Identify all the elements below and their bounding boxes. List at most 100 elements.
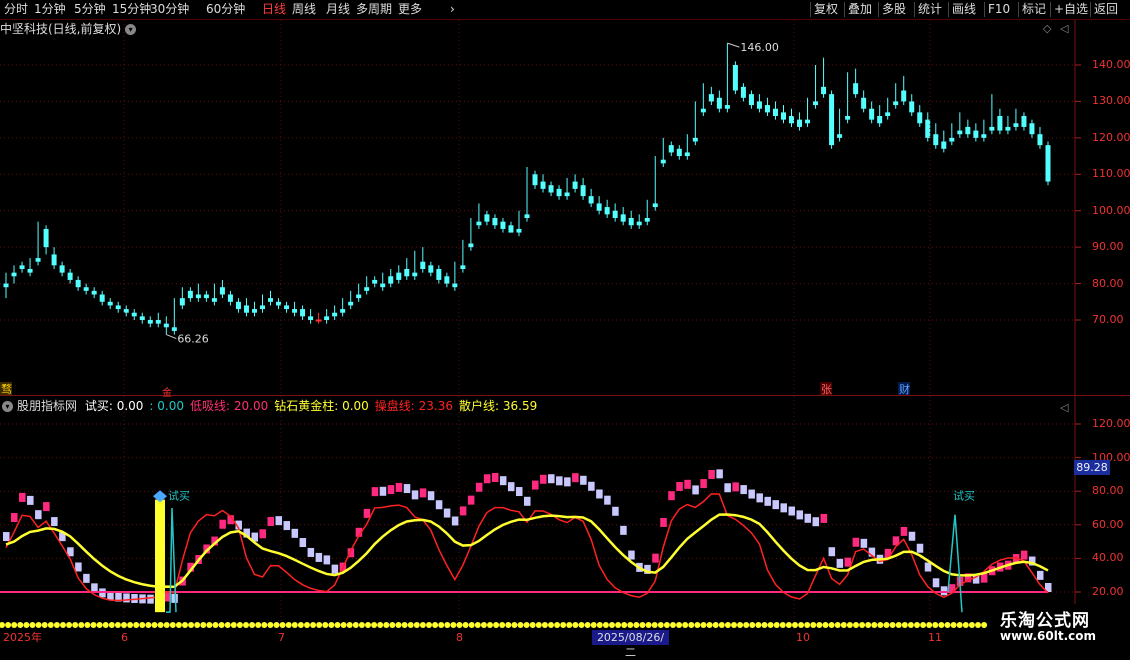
indicator-axis-label: 20.00 [1092, 585, 1124, 598]
period-tab[interactable]: 15分钟 [112, 1, 151, 17]
gold-dot [218, 622, 225, 628]
toolbar-button[interactable]: 画线 [952, 1, 976, 17]
period-tab[interactable]: 60分钟 [206, 1, 245, 17]
candle-body [524, 214, 530, 218]
candle-body [516, 228, 522, 233]
toolbar-button[interactable]: 统计 [918, 1, 942, 17]
trend-block [435, 500, 443, 510]
toolbar-button[interactable]: 返回 [1094, 1, 1118, 17]
gold-dot [920, 622, 927, 628]
candle-body [308, 316, 314, 320]
trend-block [700, 479, 707, 489]
candle-body [684, 152, 690, 157]
trend-block [540, 474, 547, 484]
candle-body [861, 97, 867, 109]
gold-dot [47, 622, 54, 628]
toolbar-button[interactable]: 复权 [814, 1, 838, 17]
candle-body [660, 159, 666, 164]
candle-body [356, 294, 362, 299]
gold-dot [529, 622, 536, 628]
trend-block [283, 521, 291, 531]
toolbar-button[interactable]: +自选 [1054, 1, 1088, 17]
candle-body [300, 309, 306, 317]
price-chart[interactable]: 146.0066.26骛张财金试买 试买 [0, 20, 1130, 632]
candle-body [139, 316, 145, 320]
gold-dot [462, 622, 469, 628]
trend-block [652, 553, 659, 563]
gold-dot [35, 622, 42, 628]
gold-dot [505, 622, 512, 628]
toolbar-button[interactable]: 标记 [1022, 1, 1046, 17]
candle-body [909, 101, 915, 113]
trend-block [1036, 570, 1044, 580]
trend-block [43, 502, 50, 512]
gold-dot [584, 622, 591, 628]
gold-dot [145, 622, 152, 628]
toolbar-separator [810, 2, 811, 17]
gold-dot [822, 622, 829, 628]
gold-dot [590, 622, 597, 628]
period-tab[interactable]: 5分钟 [74, 1, 106, 17]
gold-dot [438, 622, 445, 628]
trend-block [564, 477, 571, 487]
candle-body [500, 221, 506, 229]
period-tab[interactable]: 月线 [326, 1, 350, 17]
candle-body [845, 116, 851, 120]
indicator-axis-label: 60.00 [1092, 517, 1124, 531]
period-tab[interactable]: 日线 [262, 1, 286, 17]
trend-block [812, 517, 820, 527]
gold-dot [535, 622, 542, 628]
candle-body [853, 83, 859, 95]
period-tab[interactable]: 1分钟 [34, 1, 66, 17]
trend-block [451, 516, 459, 526]
trend-block [147, 594, 154, 604]
trend-block [75, 562, 82, 572]
candle-body [829, 94, 835, 146]
candle-body [460, 265, 466, 269]
candle-body [1013, 123, 1019, 127]
indicator-name[interactable]: 股朋指标网 [17, 399, 77, 413]
candle-body [628, 218, 634, 226]
gold-dot [840, 622, 847, 628]
gold-dot [810, 622, 817, 628]
gold-dot [151, 622, 158, 628]
more-arrow-icon[interactable]: › [450, 1, 455, 17]
period-tab[interactable]: 周线 [292, 1, 316, 17]
period-tab[interactable]: 更多 [398, 1, 422, 17]
candle-body [211, 298, 217, 302]
toolbar-button[interactable]: 叠加 [848, 1, 872, 17]
date-axis-label: 10 [796, 631, 810, 644]
candle-body [67, 272, 73, 280]
indicator-item: 操盘线: 23.36 [374, 399, 454, 413]
gold-dot [474, 622, 481, 628]
gold-dot [737, 622, 744, 628]
indicator-item: 钻石黄金柱: 0.00 [274, 399, 369, 413]
gold-dot [11, 622, 18, 628]
gold-dot [328, 622, 335, 628]
gold-dot [511, 622, 518, 628]
gold-dot [700, 622, 707, 628]
candle-body [901, 90, 907, 102]
candle-body [444, 276, 450, 284]
toolbar-separator [1050, 2, 1051, 17]
period-tab[interactable]: 30分钟 [150, 1, 189, 17]
gold-dot [670, 622, 676, 628]
gold-dot [926, 622, 933, 628]
toolbar-button[interactable]: F10 [988, 1, 1010, 17]
gold-dot [950, 622, 957, 628]
trend-block [459, 506, 467, 516]
dropdown-icon[interactable]: ▾ [2, 401, 13, 412]
trend-block [507, 482, 515, 492]
gold-dot [499, 622, 506, 628]
candle-body [187, 290, 193, 299]
price-axis-label: 80.00 [1092, 276, 1124, 290]
gold-dot [901, 622, 908, 628]
toolbar-button[interactable]: 多股 [882, 1, 906, 17]
period-tab[interactable]: 多周期 [356, 1, 392, 17]
gold-dot [816, 622, 823, 628]
candle-body [259, 305, 265, 310]
trend-block [219, 519, 226, 529]
gold-dot [578, 622, 585, 628]
period-tab[interactable]: 分时 [4, 1, 28, 17]
gold-dot [804, 622, 811, 628]
